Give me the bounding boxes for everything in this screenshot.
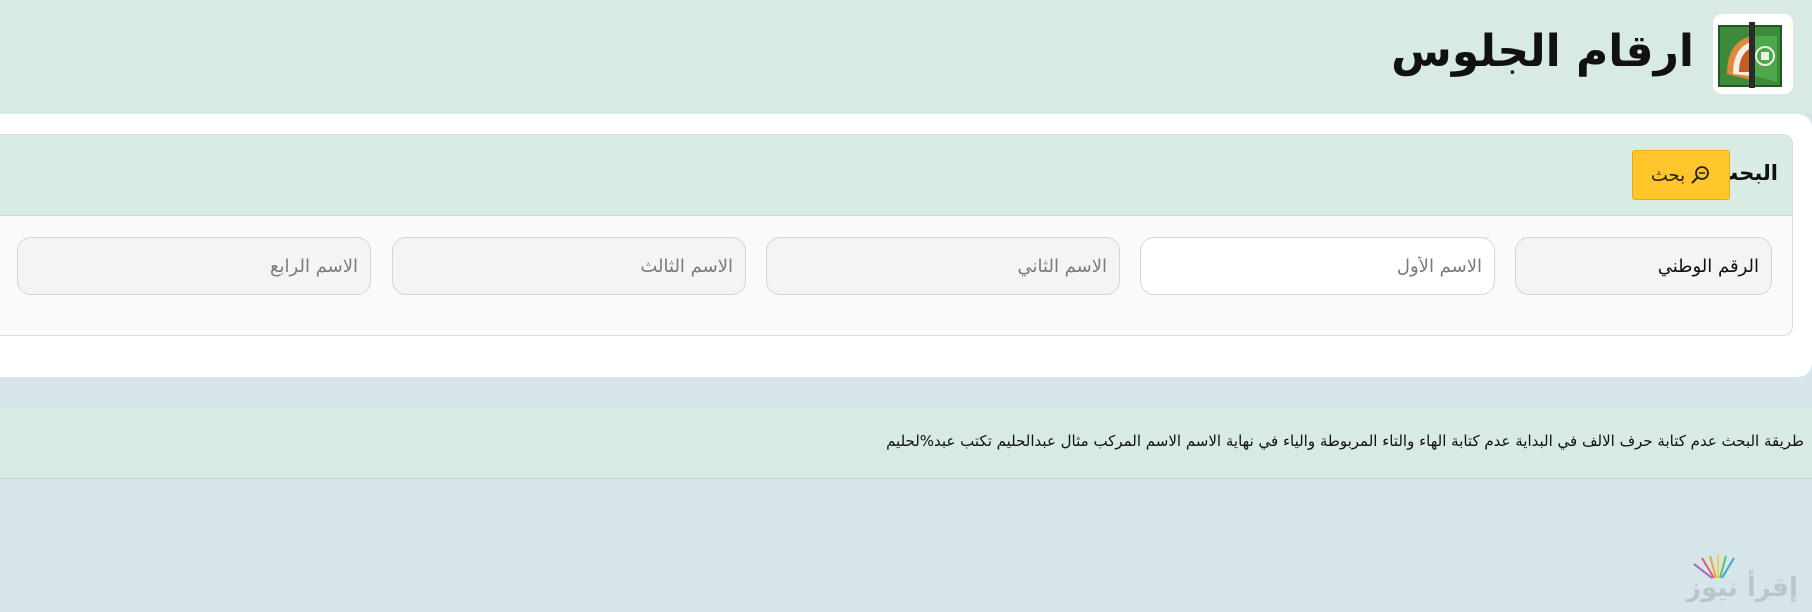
page-title: ارقام الجلوس <box>1391 26 1694 77</box>
fourth-name-input[interactable] <box>17 237 371 295</box>
watermark-text: إقرأ نيوز <box>1684 570 1798 602</box>
second-name-input[interactable] <box>766 237 1120 295</box>
search-button[interactable]: بحث <box>1632 150 1730 200</box>
search-card: البحث بحث <box>0 134 1793 336</box>
search-instructions-text: طريقة البحث عدم كتابة حرف الالف في البدا… <box>886 432 1804 450</box>
university-emblem-icon <box>1712 13 1794 95</box>
third-name-input[interactable] <box>392 237 746 295</box>
search-instructions-band: طريقة البحث عدم كتابة حرف الالف في البدا… <box>0 408 1812 479</box>
national-id-input[interactable] <box>1515 237 1772 295</box>
search-icon <box>1691 166 1710 184</box>
page-header: ارقام الجلوس <box>0 0 1812 114</box>
search-button-icon <box>1691 165 1711 185</box>
search-button-label: بحث <box>1650 164 1686 186</box>
first-name-input[interactable] <box>1140 237 1495 295</box>
search-card-header: البحث بحث <box>0 135 1792 216</box>
watermark-logo: إقرأ نيوز <box>1680 552 1804 603</box>
search-panel: البحث بحث <box>0 114 1812 377</box>
